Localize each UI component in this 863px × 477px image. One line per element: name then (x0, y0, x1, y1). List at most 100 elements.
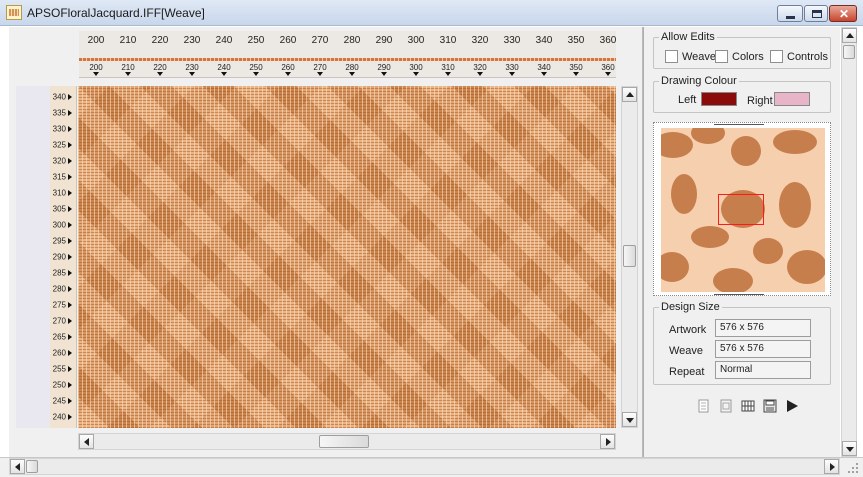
checkbox-box[interactable] (665, 50, 678, 63)
maximize-button[interactable] (804, 5, 828, 22)
weft-row-marker-icon[interactable] (68, 318, 72, 324)
weft-row-marker-icon[interactable] (68, 94, 72, 100)
weft-row-marker-icon[interactable] (68, 334, 72, 340)
warp-ruler[interactable]: 200 200 210 210 220 220 230 230 240 240 250 250 260 2… (79, 31, 616, 78)
warp-column-marker-icon[interactable] (285, 72, 291, 76)
weft-row-marker-icon[interactable] (68, 238, 72, 244)
weft-row-marker-icon[interactable] (68, 366, 72, 372)
warp-column-marker-icon[interactable] (189, 72, 195, 76)
panel-scroll-up-button[interactable] (842, 28, 857, 43)
window-scroll-left-button[interactable] (10, 459, 25, 474)
weave-grid[interactable] (78, 86, 616, 428)
weft-row-marker-icon[interactable] (68, 158, 72, 164)
window-title: APSOFloralJacquard.IFF[Weave] (27, 6, 205, 20)
floral-artwork-thumbnail[interactable] (661, 128, 825, 292)
window-scroll-thumb[interactable] (26, 460, 38, 473)
panel-scroll-thumb[interactable] (843, 45, 855, 59)
weft-row-marker-icon[interactable] (68, 190, 72, 196)
warp-column-marker-icon[interactable] (349, 72, 355, 76)
weft-ruler[interactable]: 340 335 330 325 320 315 310 305 300 295 290 285 280 2… (16, 86, 77, 428)
warp-column-marker-icon[interactable] (253, 72, 259, 76)
checkbox-box[interactable] (715, 50, 728, 63)
warp-column-marker-icon[interactable] (605, 72, 611, 76)
weft-row-marker-icon[interactable] (68, 110, 72, 116)
weft-row-marker-icon[interactable] (68, 206, 72, 212)
save-disk-icon[interactable] (763, 399, 777, 413)
weft-row-marker-icon[interactable] (68, 350, 72, 356)
panel-vertical-scrollbar[interactable] (841, 27, 857, 457)
warp-ruler-label: 350 (567, 35, 585, 46)
warp-column-marker-icon[interactable] (573, 72, 579, 76)
weft-row-marker-icon[interactable] (68, 270, 72, 276)
warp-column-marker-icon[interactable] (157, 72, 163, 76)
warp-ruler-label: 220 (151, 35, 169, 46)
warp-column-marker-icon[interactable] (477, 72, 483, 76)
arrow-left-icon (84, 438, 89, 446)
horizontal-scroll-thumb[interactable] (319, 435, 369, 448)
design-preview[interactable] (653, 122, 831, 296)
weave-horizontal-scrollbar[interactable] (78, 433, 616, 450)
weave-vertical-scrollbar[interactable] (621, 86, 638, 428)
weft-row-marker-icon[interactable] (68, 142, 72, 148)
scroll-left-button[interactable] (79, 434, 94, 449)
floral-motif (661, 252, 689, 282)
vertical-scroll-thumb[interactable] (623, 245, 636, 267)
weft-row-marker-icon[interactable] (68, 254, 72, 260)
weft-row-marker-icon[interactable] (68, 222, 72, 228)
drawing-colour-title: Drawing Colour (659, 75, 739, 87)
weave-checkbox[interactable]: Weave (665, 50, 716, 63)
weft-ruler-label: 310 (52, 188, 66, 198)
floral-motif (787, 250, 825, 284)
scroll-up-button[interactable] (622, 87, 637, 102)
minimize-button[interactable] (777, 5, 803, 22)
weft-row-marker-icon[interactable] (68, 382, 72, 388)
warp-ruler-label: 200 (87, 35, 105, 46)
weft-ruler-label: 305 (52, 204, 66, 214)
paste-page-icon[interactable] (719, 399, 733, 413)
warp-column-marker-icon[interactable] (221, 72, 227, 76)
weft-row-marker-icon[interactable] (68, 286, 72, 292)
copy-page-icon[interactable] (697, 399, 711, 413)
play-icon[interactable] (785, 399, 799, 413)
warp-column-marker-icon[interactable] (413, 72, 419, 76)
arrow-left-icon (15, 463, 20, 471)
weave-grid-icon[interactable] (741, 399, 755, 413)
viewport-selection-rect[interactable] (718, 194, 764, 225)
panel-scroll-down-button[interactable] (842, 441, 857, 456)
resize-grip-icon[interactable] (846, 461, 860, 475)
weft-ruler-label: 335 (52, 108, 66, 118)
warp-ruler-label: 290 (375, 35, 393, 46)
warp-color-band (79, 58, 616, 61)
weft-ruler-label: 285 (52, 268, 66, 278)
weft-row-marker-icon[interactable] (68, 126, 72, 132)
checkbox-box[interactable] (770, 50, 783, 63)
right-colour-swatch[interactable] (774, 92, 810, 106)
warp-column-marker-icon[interactable] (381, 72, 387, 76)
warp-column-marker-icon[interactable] (93, 72, 99, 76)
repeat-label: Repeat (669, 366, 705, 378)
left-colour-swatch[interactable] (701, 92, 737, 106)
warp-column-marker-icon[interactable] (445, 72, 451, 76)
colors-checkbox[interactable]: Colors (715, 50, 764, 63)
warp-column-marker-icon[interactable] (317, 72, 323, 76)
weft-ruler-label: 250 (52, 380, 66, 390)
scroll-right-button[interactable] (600, 434, 615, 449)
weft-row-marker-icon[interactable] (68, 398, 72, 404)
weft-ruler-label: 295 (52, 236, 66, 246)
controls-checkbox[interactable]: Controls (770, 50, 828, 63)
window-scroll-right-button[interactable] (824, 459, 839, 474)
warp-column-marker-icon[interactable] (509, 72, 515, 76)
weft-ruler-label: 265 (52, 332, 66, 342)
weft-row-marker-icon[interactable] (68, 174, 72, 180)
window-horizontal-scrollbar[interactable] (9, 458, 840, 475)
warp-ruler-small-label: 240 (217, 63, 231, 72)
weft-row-marker-icon[interactable] (68, 414, 72, 420)
weft-row-marker-icon[interactable] (68, 302, 72, 308)
warp-column-marker-icon[interactable] (541, 72, 547, 76)
close-button[interactable]: ✕ (829, 5, 857, 22)
minimize-icon (786, 16, 795, 19)
warp-column-marker-icon[interactable] (125, 72, 131, 76)
weft-ruler-label: 260 (52, 348, 66, 358)
scroll-down-button[interactable] (622, 412, 637, 427)
weft-ruler-label: 290 (52, 252, 66, 262)
